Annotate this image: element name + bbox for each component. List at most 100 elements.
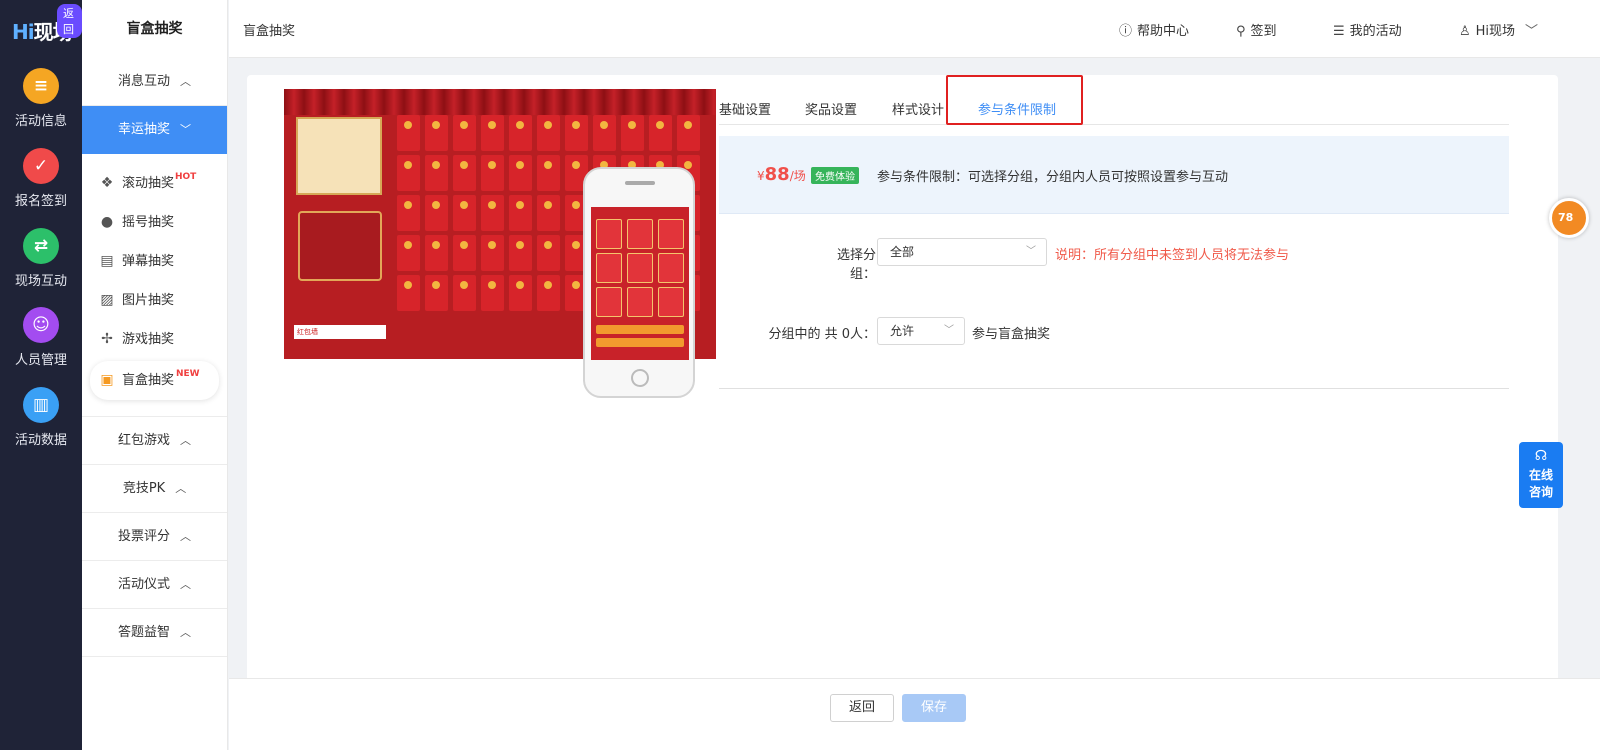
sidebar-item-rolling-draw[interactable]: ❖ 滚动抽奖 HOT: [82, 164, 227, 203]
person-icon: ●: [100, 214, 114, 230]
rail-item-people[interactable]: ☺ 人员管理: [0, 307, 82, 368]
sidebar-group-vote[interactable]: 投票评分 ︿: [82, 513, 227, 561]
red-envelope: [481, 235, 504, 271]
tab-style[interactable]: 样式设计: [892, 99, 944, 118]
member-field-label: 分组中的 共 0人：: [768, 327, 876, 342]
red-envelope: [397, 115, 420, 151]
info-icon: ⓘ: [1119, 24, 1133, 39]
wheel-icon: ✢: [101, 331, 113, 347]
sidebar-group-lucky[interactable]: 幸运抽奖 ﹀: [82, 106, 227, 154]
chevron-down-icon: ﹀: [1525, 24, 1539, 39]
phone-home-button: [631, 369, 649, 387]
phone-speaker: [625, 181, 655, 185]
curtain-decoration: [284, 89, 716, 115]
red-envelope: [649, 115, 672, 151]
sidebar-group-pk[interactable]: 竞技PK ︿: [82, 465, 227, 513]
chevron-up-icon: ︿: [180, 530, 191, 543]
rail-item-activity-info[interactable]: ≡ 活动信息: [0, 68, 82, 129]
chevron-up-icon: ︿: [180, 434, 191, 447]
phone-preview-mockup: [583, 167, 695, 398]
rail-item-data[interactable]: ▥ 活动数据: [0, 387, 82, 448]
red-envelope: [453, 155, 476, 191]
barrage-icon: ▤: [100, 253, 114, 269]
free-trial-badge[interactable]: 免费体验: [811, 167, 859, 184]
red-envelope: [453, 235, 476, 271]
sidebar-item-image-draw[interactable]: ▨ 图片抽奖: [82, 281, 227, 320]
sidebar-item-game-draw[interactable]: ✢ 游戏抽奖: [82, 320, 227, 359]
chevron-down-icon: ﹀: [944, 325, 954, 336]
sidebar-group-red-packet[interactable]: 红包游戏 ︿: [82, 417, 227, 465]
secondary-sidebar: 盲盒抽奖 消息互动 ︿ 幸运抽奖 ﹀ ❖ 滚动抽奖 HOT ● 摇号抽奖 ▤ 弹幕抽奖 ▨ 图…: [82, 0, 228, 750]
phone-screen: [591, 207, 689, 360]
mini-action-bar: [596, 325, 684, 334]
tab-prizes[interactable]: 奖品设置: [805, 99, 857, 118]
calendar-check-icon: ✓: [23, 148, 59, 184]
mini-envelope-grid: [596, 219, 684, 317]
sidebar-item-barrage-draw[interactable]: ▤ 弹幕抽奖: [82, 242, 227, 281]
mini-red-envelope: [596, 253, 622, 283]
image-icon: ▨: [100, 292, 114, 308]
help-center-link[interactable]: ⓘ 帮助中心: [1119, 20, 1189, 39]
group-field-label: 选择分组：: [836, 248, 876, 282]
pricing-info-bar: ¥88/场 免费体验 参与条件限制：可选择分组，分组内人员可按照设置参与互动: [719, 136, 1509, 214]
list-icon: ☰: [1333, 24, 1345, 39]
highlight-box: [946, 75, 1083, 125]
red-envelope: [425, 115, 448, 151]
red-envelope: [537, 195, 560, 231]
red-envelope: [425, 195, 448, 231]
sidebar-title: 盲盒抽奖: [126, 21, 183, 37]
red-envelope: [481, 275, 504, 311]
sidebar-group-quiz[interactable]: 答题益智 ︿: [82, 609, 227, 657]
rail-item-signup[interactable]: ✓ 报名签到: [0, 148, 82, 209]
chevron-up-icon: ︿: [180, 75, 191, 88]
member-suffix: 参与盲盒抽奖: [972, 327, 1051, 342]
group-hint: 说明：所有分组中未签到人员将无法参与: [1055, 248, 1290, 263]
my-activity-link[interactable]: ☰ 我的活动: [1333, 20, 1402, 39]
mini-red-envelope: [658, 253, 684, 283]
settings-tabs: 基础设置 奖品设置 样式设计 参与条件限制: [719, 89, 1509, 125]
group-select[interactable]: 全部 ﹀: [877, 238, 1047, 266]
content-card: 红包墙 基础设置 奖品设置 样式设计 参与条件限制 ¥88/场 免费体验 参与条…: [247, 75, 1558, 690]
sidebar-item-blind-box[interactable]: ▣ 盲盒抽奖 NEW: [90, 361, 219, 400]
floating-badge[interactable]: 78: [1549, 198, 1589, 238]
save-button[interactable]: 保存: [902, 694, 966, 722]
red-envelope: [509, 235, 532, 271]
online-consult-button[interactable]: ☊ 在线 咨询: [1519, 442, 1563, 508]
red-envelope: [397, 195, 420, 231]
tab-basic[interactable]: 基础设置: [719, 99, 771, 118]
red-envelope: [425, 155, 448, 191]
mini-red-envelope: [596, 287, 622, 317]
red-envelope: [481, 195, 504, 231]
price-label: ¥88/场: [757, 164, 806, 185]
location-pin-icon: ⚲: [1236, 24, 1246, 39]
sidebar-item-lottery-draw[interactable]: ● 摇号抽奖: [82, 203, 227, 242]
red-envelope: [397, 235, 420, 271]
sidebar-group-message[interactable]: 消息互动 ︿: [82, 58, 227, 106]
page-scrollbar[interactable]: [1580, 58, 1600, 678]
red-envelope: [397, 155, 420, 191]
red-envelope: [537, 235, 560, 271]
chevron-down-icon: ﹀: [180, 123, 191, 136]
red-envelope: [537, 115, 560, 151]
red-envelope: [481, 115, 504, 151]
back-button[interactable]: 返回: [830, 694, 894, 722]
red-envelope: [453, 195, 476, 231]
section-divider: [719, 388, 1509, 389]
sidebar-group-ceremony[interactable]: 活动仪式 ︿: [82, 561, 227, 609]
back-badge[interactable]: 返回: [57, 4, 82, 38]
app-rail: Hi现场 返回 ≡ 活动信息 ✓ 报名签到 ⇄ 现场互动 ☺ 人员管理 ▥ 活动…: [0, 0, 82, 750]
permission-select[interactable]: 允许 ﹀: [877, 317, 965, 345]
mini-red-envelope: [658, 287, 684, 317]
mini-red-envelope: [627, 253, 653, 283]
signin-link[interactable]: ⚲ 签到: [1236, 20, 1277, 39]
user-menu[interactable]: ♙ Hi现场 ﹀: [1459, 20, 1538, 39]
red-envelope: [509, 195, 532, 231]
red-envelope: [565, 115, 588, 151]
red-envelope: [509, 155, 532, 191]
action-footer: 返回 保存: [229, 678, 1600, 750]
rail-item-interaction[interactable]: ⇄ 现场互动: [0, 228, 82, 289]
red-envelope: [425, 275, 448, 311]
blind-box-icon: ▣: [100, 372, 114, 388]
red-envelope: [621, 115, 644, 151]
headset-icon: ☊: [1534, 448, 1548, 464]
